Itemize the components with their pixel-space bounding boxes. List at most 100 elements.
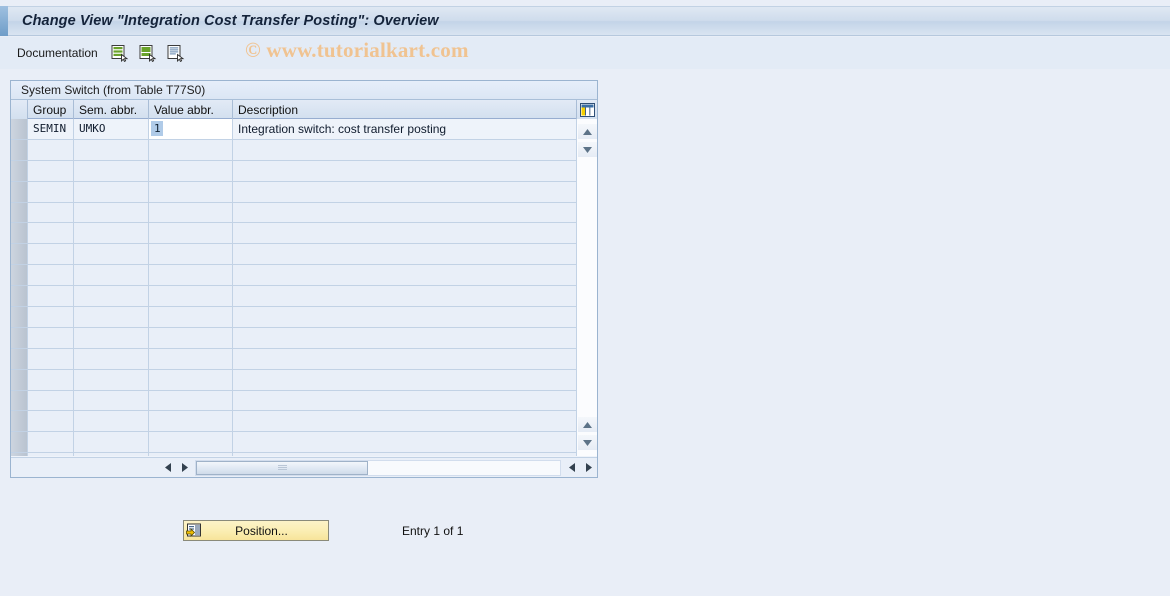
cell-group[interactable]: SEMIN (28, 119, 74, 139)
scroll-left-icon[interactable] (159, 460, 176, 476)
cell-empty[interactable] (149, 181, 233, 202)
cell-empty[interactable] (233, 348, 578, 369)
cell-empty[interactable] (233, 286, 578, 307)
cell-empty[interactable] (74, 160, 149, 181)
row-selector-button[interactable] (11, 411, 28, 432)
row-selector-button[interactable] (11, 202, 28, 223)
cell-empty[interactable] (28, 390, 74, 411)
cell-empty[interactable] (74, 432, 149, 453)
row-selector-button[interactable] (11, 390, 28, 411)
cell-empty[interactable] (28, 348, 74, 369)
cell-empty[interactable] (149, 286, 233, 307)
horizontal-scrollbar[interactable] (11, 457, 597, 477)
cell-empty[interactable] (28, 411, 74, 432)
table-row-empty[interactable] (11, 181, 578, 203)
cell-empty[interactable] (28, 327, 74, 348)
cell-empty[interactable] (233, 223, 578, 244)
cell-empty[interactable] (74, 411, 149, 432)
cell-empty[interactable] (74, 202, 149, 223)
cell-empty[interactable] (74, 139, 149, 160)
cell-empty[interactable] (149, 202, 233, 223)
scroll-left-icon-end[interactable] (563, 460, 580, 476)
cell-empty[interactable] (149, 411, 233, 432)
cell-empty[interactable] (233, 244, 578, 265)
cell-empty[interactable] (149, 390, 233, 411)
cell-empty[interactable] (74, 244, 149, 265)
cell-empty[interactable] (28, 223, 74, 244)
table-row-empty[interactable] (11, 223, 578, 245)
cell-empty[interactable] (149, 223, 233, 244)
cell-empty[interactable] (74, 307, 149, 327)
value-abbr-input[interactable]: 1 (149, 119, 232, 139)
vertical-scrollbar[interactable] (576, 119, 597, 456)
cell-empty[interactable] (149, 160, 233, 181)
cell-empty[interactable] (149, 348, 233, 369)
row-selector-button[interactable] (11, 265, 28, 286)
cell-empty[interactable] (28, 181, 74, 202)
position-button[interactable]: Position... (183, 520, 329, 541)
cell-empty[interactable] (233, 453, 578, 456)
horizontal-scroll-track[interactable] (195, 459, 561, 476)
cell-empty[interactable] (74, 453, 149, 456)
row-selector-button[interactable] (11, 286, 28, 307)
cell-value-abbr[interactable]: 1 (149, 119, 233, 139)
column-header-selector[interactable] (11, 100, 28, 119)
cell-empty[interactable] (74, 223, 149, 244)
table-row-empty[interactable] (11, 411, 578, 433)
horizontal-scroll-thumb[interactable] (196, 460, 368, 475)
row-selector-button[interactable] (11, 160, 28, 181)
table-row-empty[interactable] (11, 244, 578, 266)
cell-empty[interactable] (233, 160, 578, 181)
cell-empty[interactable] (233, 139, 578, 160)
cell-empty[interactable] (233, 390, 578, 411)
row-selector-button[interactable] (11, 223, 28, 244)
cell-empty[interactable] (149, 369, 233, 390)
cell-empty[interactable] (233, 432, 578, 453)
cell-empty[interactable] (74, 390, 149, 411)
row-selector-button[interactable] (11, 307, 28, 327)
row-selector-button[interactable] (11, 244, 28, 265)
cell-empty[interactable] (28, 139, 74, 160)
cell-empty[interactable] (28, 265, 74, 286)
row-selector-button[interactable] (11, 453, 28, 456)
scroll-down-icon-bottom[interactable] (578, 435, 597, 450)
column-header-description[interactable]: Description (233, 100, 597, 119)
row-selector-button[interactable] (11, 348, 28, 369)
table-row[interactable]: SEMIN UMKO 1 Integration switch: cost tr… (11, 119, 578, 140)
scroll-down-icon[interactable] (578, 142, 597, 157)
table-row-empty[interactable] (11, 327, 578, 349)
cell-description[interactable]: Integration switch: cost transfer postin… (233, 119, 578, 139)
column-header-value-abbr[interactable]: Value abbr. (149, 100, 233, 119)
cell-empty[interactable] (74, 286, 149, 307)
cell-empty[interactable] (74, 181, 149, 202)
cell-empty[interactable] (149, 307, 233, 327)
cell-empty[interactable] (28, 160, 74, 181)
cell-empty[interactable] (28, 369, 74, 390)
documentation-text-icon[interactable] (166, 43, 186, 63)
scroll-right-icon[interactable] (176, 460, 193, 476)
cell-empty[interactable] (149, 265, 233, 286)
cell-empty[interactable] (233, 327, 578, 348)
scroll-right-icon-end[interactable] (580, 460, 597, 476)
table-row-empty[interactable] (11, 265, 578, 287)
row-selector-button[interactable] (11, 119, 28, 139)
table-row-empty[interactable] (11, 202, 578, 224)
table-row-empty[interactable] (11, 139, 578, 161)
table-row-empty[interactable] (11, 348, 578, 370)
cell-empty[interactable] (149, 327, 233, 348)
cell-empty[interactable] (233, 307, 578, 327)
table-row-empty[interactable] (11, 160, 578, 182)
table-row-empty[interactable] (11, 453, 578, 456)
cell-empty[interactable] (233, 202, 578, 223)
cell-empty[interactable] (149, 139, 233, 160)
cell-empty[interactable] (149, 453, 233, 456)
cell-sem-abbr[interactable]: UMKO (74, 119, 149, 139)
cell-empty[interactable] (233, 265, 578, 286)
cell-empty[interactable] (74, 348, 149, 369)
row-selector-button[interactable] (11, 181, 28, 202)
column-header-sem-abbr[interactable]: Sem. abbr. (74, 100, 149, 119)
table-settings-icon[interactable] (576, 100, 597, 119)
cell-empty[interactable] (233, 411, 578, 432)
row-selector-button[interactable] (11, 139, 28, 160)
cell-empty[interactable] (28, 244, 74, 265)
